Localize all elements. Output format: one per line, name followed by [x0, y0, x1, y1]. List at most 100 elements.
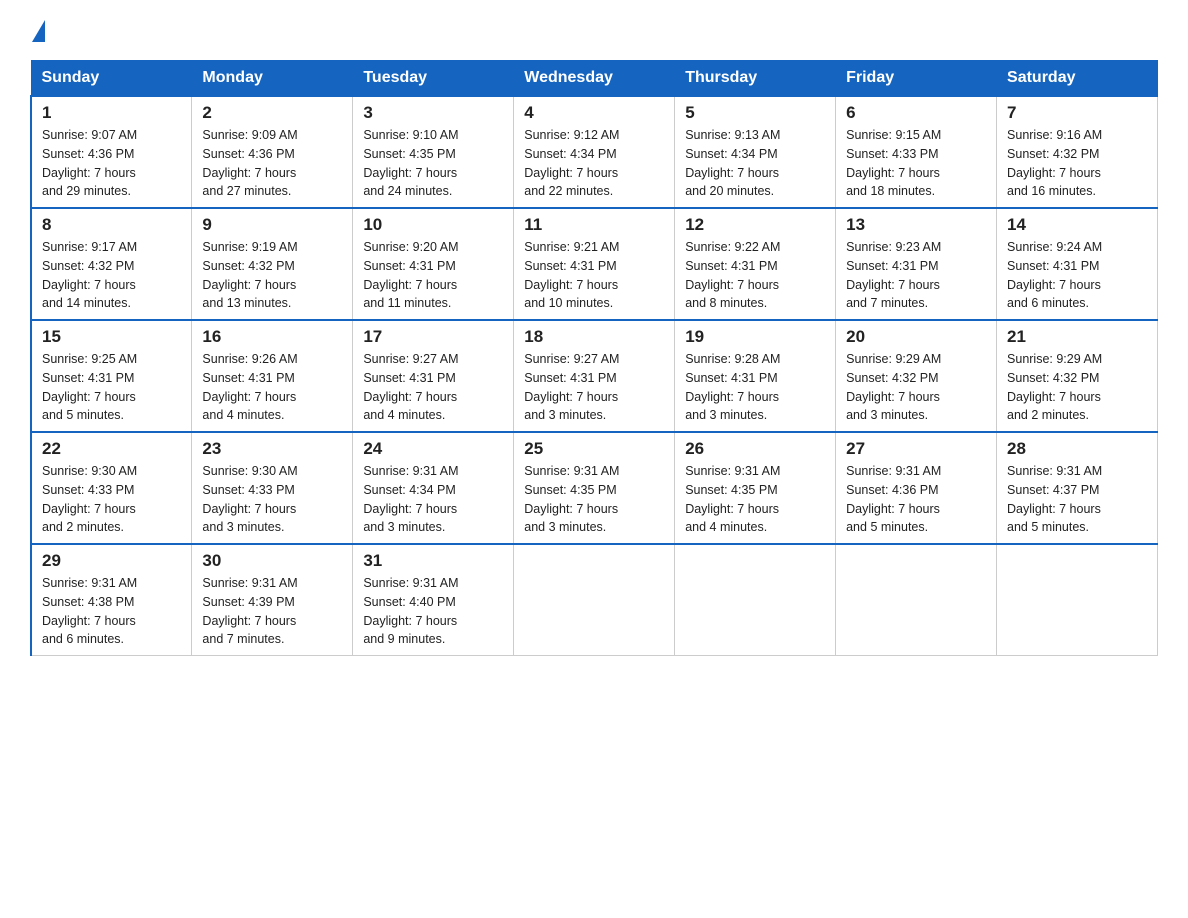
- day-number: 1: [42, 103, 181, 123]
- day-info: Sunrise: 9:22 AMSunset: 4:31 PMDaylight:…: [685, 238, 825, 313]
- col-header-tuesday: Tuesday: [353, 61, 514, 97]
- day-number: 4: [524, 103, 664, 123]
- day-info: Sunrise: 9:31 AMSunset: 4:35 PMDaylight:…: [524, 462, 664, 537]
- day-number: 25: [524, 439, 664, 459]
- day-info: Sunrise: 9:27 AMSunset: 4:31 PMDaylight:…: [363, 350, 503, 425]
- calendar-cell: 6 Sunrise: 9:15 AMSunset: 4:33 PMDayligh…: [836, 96, 997, 208]
- day-number: 23: [202, 439, 342, 459]
- calendar-cell: 30 Sunrise: 9:31 AMSunset: 4:39 PMDaylig…: [192, 544, 353, 656]
- day-number: 8: [42, 215, 181, 235]
- calendar-cell: 19 Sunrise: 9:28 AMSunset: 4:31 PMDaylig…: [675, 320, 836, 432]
- col-header-saturday: Saturday: [997, 61, 1158, 97]
- calendar-cell: 4 Sunrise: 9:12 AMSunset: 4:34 PMDayligh…: [514, 96, 675, 208]
- day-number: 28: [1007, 439, 1147, 459]
- day-info: Sunrise: 9:15 AMSunset: 4:33 PMDaylight:…: [846, 126, 986, 201]
- day-number: 21: [1007, 327, 1147, 347]
- day-info: Sunrise: 9:31 AMSunset: 4:40 PMDaylight:…: [363, 574, 503, 649]
- day-info: Sunrise: 9:26 AMSunset: 4:31 PMDaylight:…: [202, 350, 342, 425]
- day-number: 29: [42, 551, 181, 571]
- calendar-cell: 31 Sunrise: 9:31 AMSunset: 4:40 PMDaylig…: [353, 544, 514, 656]
- day-number: 15: [42, 327, 181, 347]
- calendar-cell: 7 Sunrise: 9:16 AMSunset: 4:32 PMDayligh…: [997, 96, 1158, 208]
- day-info: Sunrise: 9:31 AMSunset: 4:38 PMDaylight:…: [42, 574, 181, 649]
- day-info: Sunrise: 9:09 AMSunset: 4:36 PMDaylight:…: [202, 126, 342, 201]
- day-number: 12: [685, 215, 825, 235]
- day-info: Sunrise: 9:16 AMSunset: 4:32 PMDaylight:…: [1007, 126, 1147, 201]
- calendar-cell: 1 Sunrise: 9:07 AMSunset: 4:36 PMDayligh…: [31, 96, 192, 208]
- calendar-week-row: 8 Sunrise: 9:17 AMSunset: 4:32 PMDayligh…: [31, 208, 1158, 320]
- calendar-cell: 12 Sunrise: 9:22 AMSunset: 4:31 PMDaylig…: [675, 208, 836, 320]
- logo-triangle-icon: [32, 20, 45, 42]
- day-number: 27: [846, 439, 986, 459]
- calendar-cell: 16 Sunrise: 9:26 AMSunset: 4:31 PMDaylig…: [192, 320, 353, 432]
- calendar-cell: 27 Sunrise: 9:31 AMSunset: 4:36 PMDaylig…: [836, 432, 997, 544]
- day-info: Sunrise: 9:17 AMSunset: 4:32 PMDaylight:…: [42, 238, 181, 313]
- day-number: 30: [202, 551, 342, 571]
- col-header-thursday: Thursday: [675, 61, 836, 97]
- day-info: Sunrise: 9:31 AMSunset: 4:34 PMDaylight:…: [363, 462, 503, 537]
- calendar-cell: 26 Sunrise: 9:31 AMSunset: 4:35 PMDaylig…: [675, 432, 836, 544]
- day-info: Sunrise: 9:27 AMSunset: 4:31 PMDaylight:…: [524, 350, 664, 425]
- day-number: 24: [363, 439, 503, 459]
- day-info: Sunrise: 9:23 AMSunset: 4:31 PMDaylight:…: [846, 238, 986, 313]
- day-info: Sunrise: 9:31 AMSunset: 4:35 PMDaylight:…: [685, 462, 825, 537]
- day-number: 11: [524, 215, 664, 235]
- calendar-cell: 21 Sunrise: 9:29 AMSunset: 4:32 PMDaylig…: [997, 320, 1158, 432]
- col-header-wednesday: Wednesday: [514, 61, 675, 97]
- calendar-cell: 29 Sunrise: 9:31 AMSunset: 4:38 PMDaylig…: [31, 544, 192, 656]
- page-header: [30, 20, 1158, 42]
- day-number: 13: [846, 215, 986, 235]
- calendar-cell: 20 Sunrise: 9:29 AMSunset: 4:32 PMDaylig…: [836, 320, 997, 432]
- day-number: 22: [42, 439, 181, 459]
- calendar-week-row: 22 Sunrise: 9:30 AMSunset: 4:33 PMDaylig…: [31, 432, 1158, 544]
- calendar-cell: 24 Sunrise: 9:31 AMSunset: 4:34 PMDaylig…: [353, 432, 514, 544]
- day-number: 2: [202, 103, 342, 123]
- day-info: Sunrise: 9:31 AMSunset: 4:37 PMDaylight:…: [1007, 462, 1147, 537]
- calendar-cell: 22 Sunrise: 9:30 AMSunset: 4:33 PMDaylig…: [31, 432, 192, 544]
- day-info: Sunrise: 9:31 AMSunset: 4:36 PMDaylight:…: [846, 462, 986, 537]
- calendar-cell: [836, 544, 997, 656]
- day-info: Sunrise: 9:10 AMSunset: 4:35 PMDaylight:…: [363, 126, 503, 201]
- calendar-cell: 28 Sunrise: 9:31 AMSunset: 4:37 PMDaylig…: [997, 432, 1158, 544]
- calendar-cell: 8 Sunrise: 9:17 AMSunset: 4:32 PMDayligh…: [31, 208, 192, 320]
- col-header-monday: Monday: [192, 61, 353, 97]
- day-info: Sunrise: 9:29 AMSunset: 4:32 PMDaylight:…: [1007, 350, 1147, 425]
- day-number: 3: [363, 103, 503, 123]
- calendar-cell: 25 Sunrise: 9:31 AMSunset: 4:35 PMDaylig…: [514, 432, 675, 544]
- day-number: 6: [846, 103, 986, 123]
- calendar-cell: 13 Sunrise: 9:23 AMSunset: 4:31 PMDaylig…: [836, 208, 997, 320]
- day-info: Sunrise: 9:29 AMSunset: 4:32 PMDaylight:…: [846, 350, 986, 425]
- day-number: 26: [685, 439, 825, 459]
- day-info: Sunrise: 9:19 AMSunset: 4:32 PMDaylight:…: [202, 238, 342, 313]
- day-info: Sunrise: 9:28 AMSunset: 4:31 PMDaylight:…: [685, 350, 825, 425]
- calendar-cell: 23 Sunrise: 9:30 AMSunset: 4:33 PMDaylig…: [192, 432, 353, 544]
- calendar-cell: [675, 544, 836, 656]
- col-header-sunday: Sunday: [31, 61, 192, 97]
- logo: [30, 20, 47, 42]
- calendar-cell: 14 Sunrise: 9:24 AMSunset: 4:31 PMDaylig…: [997, 208, 1158, 320]
- calendar-cell: 9 Sunrise: 9:19 AMSunset: 4:32 PMDayligh…: [192, 208, 353, 320]
- day-info: Sunrise: 9:30 AMSunset: 4:33 PMDaylight:…: [42, 462, 181, 537]
- calendar-cell: [514, 544, 675, 656]
- day-info: Sunrise: 9:13 AMSunset: 4:34 PMDaylight:…: [685, 126, 825, 201]
- day-info: Sunrise: 9:20 AMSunset: 4:31 PMDaylight:…: [363, 238, 503, 313]
- calendar-cell: 17 Sunrise: 9:27 AMSunset: 4:31 PMDaylig…: [353, 320, 514, 432]
- day-number: 20: [846, 327, 986, 347]
- calendar-week-row: 1 Sunrise: 9:07 AMSunset: 4:36 PMDayligh…: [31, 96, 1158, 208]
- day-number: 7: [1007, 103, 1147, 123]
- day-info: Sunrise: 9:30 AMSunset: 4:33 PMDaylight:…: [202, 462, 342, 537]
- day-info: Sunrise: 9:25 AMSunset: 4:31 PMDaylight:…: [42, 350, 181, 425]
- calendar-week-row: 15 Sunrise: 9:25 AMSunset: 4:31 PMDaylig…: [31, 320, 1158, 432]
- day-info: Sunrise: 9:07 AMSunset: 4:36 PMDaylight:…: [42, 126, 181, 201]
- calendar-table: SundayMondayTuesdayWednesdayThursdayFrid…: [30, 60, 1158, 656]
- calendar-cell: 15 Sunrise: 9:25 AMSunset: 4:31 PMDaylig…: [31, 320, 192, 432]
- calendar-cell: 3 Sunrise: 9:10 AMSunset: 4:35 PMDayligh…: [353, 96, 514, 208]
- day-number: 17: [363, 327, 503, 347]
- day-number: 14: [1007, 215, 1147, 235]
- calendar-cell: 5 Sunrise: 9:13 AMSunset: 4:34 PMDayligh…: [675, 96, 836, 208]
- calendar-header-row: SundayMondayTuesdayWednesdayThursdayFrid…: [31, 61, 1158, 97]
- day-number: 10: [363, 215, 503, 235]
- col-header-friday: Friday: [836, 61, 997, 97]
- calendar-cell: [997, 544, 1158, 656]
- day-info: Sunrise: 9:24 AMSunset: 4:31 PMDaylight:…: [1007, 238, 1147, 313]
